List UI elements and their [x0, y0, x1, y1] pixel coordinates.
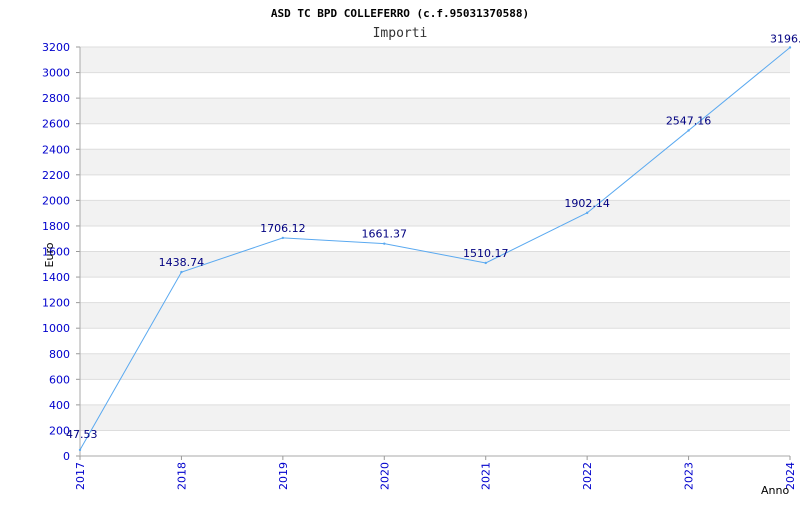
data-point	[484, 261, 487, 265]
y-tick-label: 3000	[42, 67, 70, 80]
grid-band	[80, 353, 790, 380]
data-label: 1902.14	[564, 197, 610, 210]
grid-band	[80, 225, 790, 252]
grid-band	[80, 404, 790, 431]
data-label: 47.53	[66, 428, 98, 441]
y-tick-label: 400	[49, 399, 70, 412]
data-point	[383, 242, 386, 245]
data-label: 1438.74	[159, 256, 205, 269]
x-tick-label: 2019	[277, 462, 290, 490]
data-point	[180, 270, 183, 274]
x-tick-label: 2017	[74, 462, 87, 490]
y-tick-label: 2000	[42, 194, 70, 207]
x-tick-label: 2023	[683, 462, 696, 490]
data-point	[281, 236, 285, 240]
y-tick-label: 1400	[42, 271, 70, 284]
grid-band	[80, 200, 790, 226]
y-tick-label: 2400	[42, 143, 70, 156]
y-tick-label: 3200	[42, 41, 70, 54]
data-label: 1706.12	[260, 222, 306, 235]
data-point	[585, 211, 589, 215]
grid-band	[80, 47, 790, 73]
grid-band	[80, 302, 790, 329]
data-label: 1661.37	[362, 228, 408, 241]
y-tick-label: 1000	[42, 322, 70, 335]
grid-band	[80, 379, 790, 405]
y-tick-label: 1200	[42, 297, 70, 310]
y-tick-label: 600	[49, 373, 70, 386]
grid-band	[80, 277, 790, 303]
data-label: 1510.17	[463, 247, 509, 260]
chart-subtitle: Importi	[373, 26, 428, 41]
x-axis-label: Anno	[761, 484, 789, 497]
grid-band	[80, 72, 790, 99]
chart-title: ASD TC BPD COLLEFERRO (c.f.95031370588)	[271, 7, 529, 20]
y-tick-label: 2800	[42, 92, 70, 105]
x-tick-label: 2020	[378, 462, 391, 490]
data-label: 3196.3	[770, 32, 800, 45]
grid-band	[80, 149, 790, 175]
y-tick-label: 2600	[42, 118, 70, 131]
grid-band	[80, 174, 790, 201]
y-tick-label: 800	[49, 348, 70, 361]
grid-band	[80, 328, 790, 354]
grid-band	[80, 123, 790, 150]
x-tick-labels: 2017 2018 2019 2020 2021 2022 2023 2024	[74, 462, 797, 490]
x-tick-label: 2021	[480, 462, 493, 490]
data-point	[687, 129, 690, 132]
y-tick-label: 0	[63, 450, 70, 463]
x-tick-label: 2022	[581, 462, 594, 490]
line-chart: 0200400600800100012001400160018002000220…	[42, 7, 800, 497]
data-point	[78, 448, 82, 452]
y-tick-label: 1800	[42, 220, 70, 233]
y-tick-label: 2200	[42, 169, 70, 182]
data-point	[788, 46, 792, 49]
data-label: 2547.16	[666, 114, 712, 127]
chart: 0 200 400 600 800 1000 1200 1400 1600 1800 2000 220…	[0, 0, 800, 500]
x-tick-label: 2018	[175, 462, 188, 490]
y-axis-label: Euro	[43, 242, 56, 267]
grid-band	[80, 430, 790, 456]
